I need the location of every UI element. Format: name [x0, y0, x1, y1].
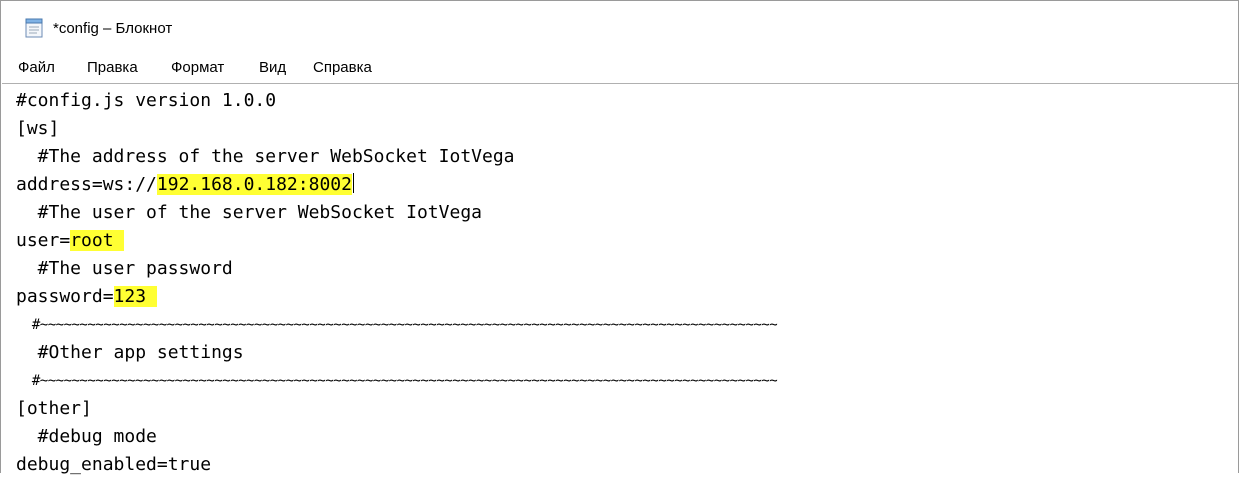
editor-line: [other] [16, 398, 92, 419]
editor-line: #The user of the server WebSocket IotVeg… [16, 202, 482, 223]
menu-edit[interactable]: Правка [87, 59, 138, 76]
notepad-window: *config – Блокнот Файл Правка Формат Вид… [0, 0, 1239, 475]
menu-help[interactable]: Справка [313, 59, 372, 76]
user-value-highlight: root [70, 230, 125, 251]
title-bar: *config – Блокнот [1, 1, 1238, 49]
window-title: *config – Блокнот [53, 20, 173, 37]
menu-view[interactable]: Вид [259, 59, 286, 76]
editor-line-user: user=root [16, 228, 125, 254]
editor-line: #Other app settings [16, 342, 244, 363]
editor-line-address: address=ws://192.168.0.182:8002 [16, 172, 354, 198]
editor-line: debug_enabled=true [16, 454, 212, 475]
editor-line: #The user password [16, 258, 233, 279]
address-key: address=ws:// [16, 174, 157, 195]
editor-line-separator: #~~~~~~~~~~~~~~~~~~~~~~~~~~~~~~~~~~~~~~~… [16, 373, 778, 389]
notepad-icon[interactable] [25, 18, 43, 38]
editor-line-password: password=123 [16, 284, 157, 310]
editor-line: [ws] [16, 118, 60, 139]
user-key: user= [16, 230, 71, 251]
address-value-highlight: 192.168.0.182:8002 [156, 174, 352, 195]
editor-line: #config.js version 1.0.0 [16, 90, 277, 111]
text-caret [352, 173, 354, 193]
password-value-highlight: 123 [113, 286, 157, 307]
editor-line: #The address of the server WebSocket Iot… [16, 146, 515, 167]
menu-file[interactable]: Файл [18, 59, 55, 76]
text-editor-area[interactable]: #config.js version 1.0.0 [ws] #The addre… [2, 83, 1238, 475]
editor-line-separator: #~~~~~~~~~~~~~~~~~~~~~~~~~~~~~~~~~~~~~~~… [16, 317, 778, 333]
menu-format[interactable]: Формат [171, 59, 224, 76]
editor-line: #debug mode [16, 426, 157, 447]
password-key: password= [16, 286, 114, 307]
menu-bar: Файл Правка Формат Вид Справка [1, 57, 1238, 81]
